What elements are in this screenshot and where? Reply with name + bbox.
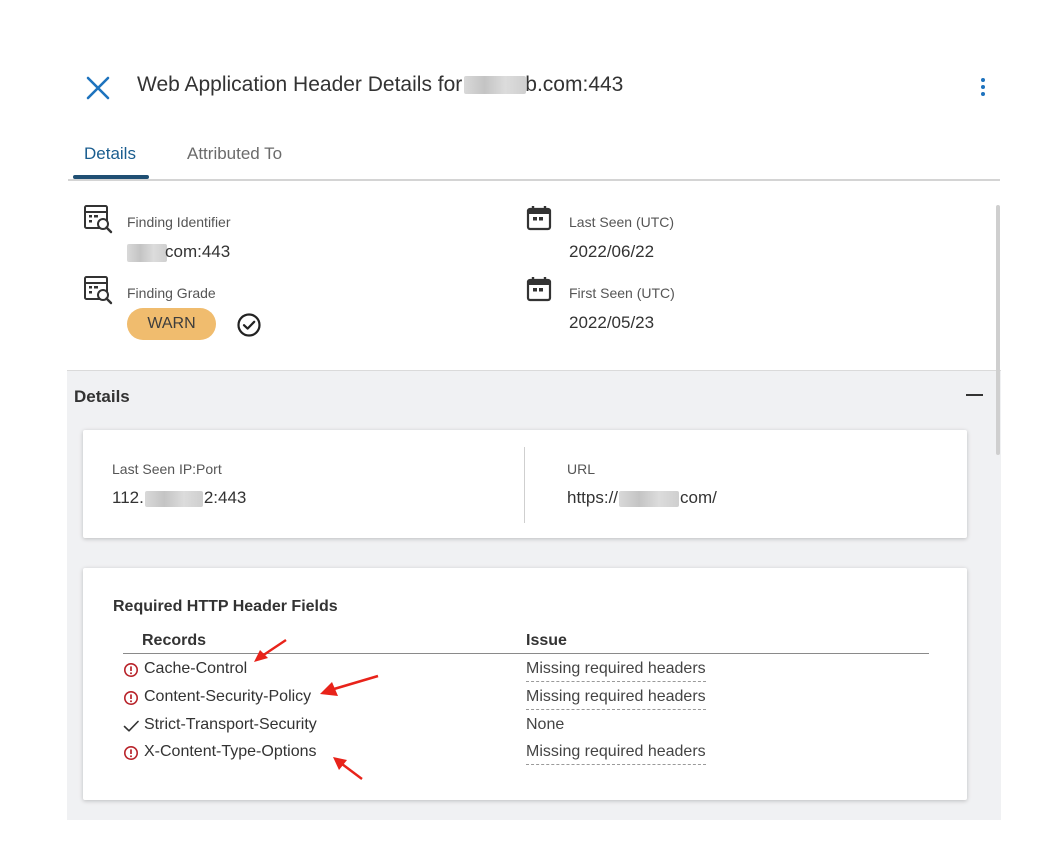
redacted-blur <box>464 76 527 95</box>
error-circle-icon <box>123 690 139 706</box>
record-name: Strict-Transport-Security <box>144 716 317 733</box>
table-header: Records Issue <box>123 630 929 654</box>
last-seen-ip-label: Last Seen IP:Port <box>112 461 222 477</box>
page-title-prefix: Web Application Header Details for <box>137 73 463 96</box>
last-seen-ip-value: 112. 2:443 <box>112 488 246 508</box>
table-row: Cache-Control Missing required headers <box>123 659 929 685</box>
calendar-icon <box>525 275 555 305</box>
ip-prefix: 112. <box>112 488 144 507</box>
url-suffix: com/ <box>680 488 717 507</box>
page-title: Web Application Header Details for b.com:… <box>137 73 623 97</box>
url-prefix: https:// <box>567 488 619 507</box>
error-circle-icon <box>123 745 139 761</box>
redacted-blur <box>619 490 680 507</box>
last-seen-label: Last Seen (UTC) <box>569 214 675 230</box>
finding-search-icon <box>83 204 113 234</box>
last-seen-value: 2022/06/22 <box>569 242 655 261</box>
kebab-menu-icon[interactable] <box>972 76 994 100</box>
record-name: Content-Security-Policy <box>144 688 312 705</box>
first-seen-value: 2022/05/23 <box>569 313 655 332</box>
calendar-icon <box>525 204 555 234</box>
record-issue[interactable]: Missing required headers <box>526 743 706 765</box>
details-section: Details Last Seen IP:Port 112. 2:443 URL … <box>67 370 1001 820</box>
redacted-blur <box>144 490 203 507</box>
checkmark-icon <box>123 718 139 734</box>
record-name: Cache-Control <box>144 660 248 677</box>
table-row: X-Content-Type-Options Missing required … <box>123 742 929 768</box>
active-tab-indicator <box>73 175 149 179</box>
close-icon[interactable] <box>82 72 114 104</box>
finding-grade-label: Finding Grade <box>127 285 216 301</box>
url-label: URL <box>567 461 596 477</box>
error-circle-icon <box>123 662 139 678</box>
tab-bar: Details Attributed To <box>68 138 1000 181</box>
finding-identifier-value: com:443 <box>127 242 230 262</box>
table-row: Content-Security-Policy Missing required… <box>123 687 929 713</box>
collapse-minus-icon[interactable] <box>964 385 986 405</box>
column-divider <box>524 447 525 523</box>
tab-attributed-to[interactable]: Attributed To <box>187 144 282 164</box>
record-issue: None <box>526 716 565 733</box>
ip-suffix: 2:443 <box>203 488 247 507</box>
grade-warn-badge: WARN <box>127 308 216 340</box>
http-header-title: Required HTTP Header Fields <box>113 598 338 615</box>
scrollbar[interactable] <box>996 205 1000 455</box>
check-circle-icon[interactable] <box>235 311 263 339</box>
redacted-blur <box>127 243 167 262</box>
page-title-suffix: b.com:443 <box>525 73 624 96</box>
details-section-heading: Details <box>74 387 130 406</box>
column-header-records: Records <box>142 632 207 649</box>
summary-panel: Finding Identifier com:443 Finding Grade… <box>67 182 1001 370</box>
first-seen-label: First Seen (UTC) <box>569 285 675 301</box>
tab-details[interactable]: Details <box>84 144 136 164</box>
record-issue[interactable]: Missing required headers <box>526 688 706 710</box>
record-name: X-Content-Type-Options <box>144 743 317 760</box>
column-header-issue: Issue <box>526 632 567 649</box>
network-info-card: Last Seen IP:Port 112. 2:443 URL https://… <box>83 430 967 538</box>
detail-content[interactable]: Finding Identifier com:443 Finding Grade… <box>67 182 1001 820</box>
table-row: Strict-Transport-Security None <box>123 715 929 741</box>
finding-search-icon <box>83 275 113 305</box>
finding-identifier-text: com:443 <box>165 242 231 261</box>
record-issue[interactable]: Missing required headers <box>526 660 706 682</box>
url-value[interactable]: https:// com/ <box>567 488 717 508</box>
page: Web Application Header Details for b.com:… <box>0 0 1040 854</box>
finding-identifier-label: Finding Identifier <box>127 214 231 230</box>
http-header-card: Required HTTP Header Fields Records Issu… <box>83 568 967 800</box>
